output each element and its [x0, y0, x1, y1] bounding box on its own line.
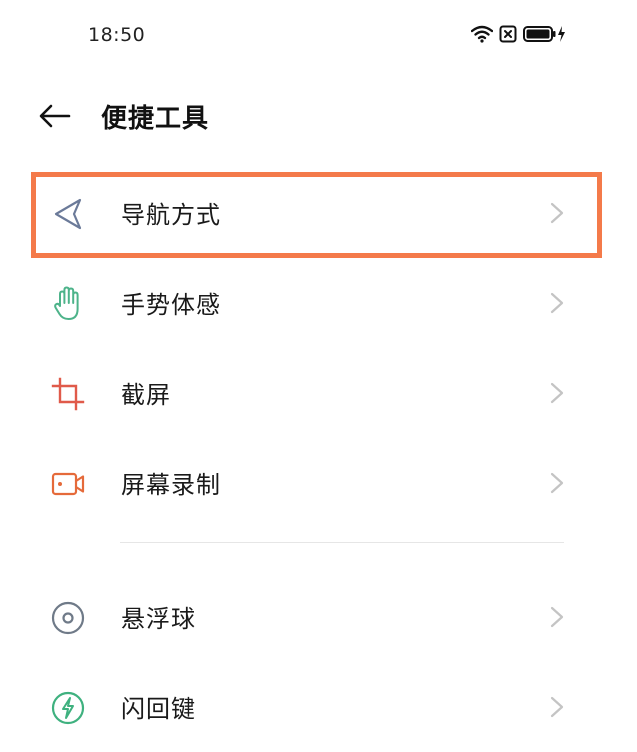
- list-item-navigation[interactable]: 导航方式: [0, 168, 637, 258]
- flash-key-icon: [48, 688, 88, 728]
- chevron-right-icon: [548, 201, 566, 225]
- chevron-right-icon: [548, 381, 566, 405]
- item-label: 手势体感: [121, 291, 221, 319]
- back-button[interactable]: [38, 102, 72, 130]
- list-item-flash-key[interactable]: 闪回键: [0, 662, 637, 752]
- chevron-right-icon: [548, 471, 566, 495]
- list-item-floating-ball[interactable]: 悬浮球: [0, 572, 637, 662]
- page-title: 便捷工具: [101, 104, 210, 134]
- sim-off-icon: [499, 25, 517, 43]
- navigation-arrow-icon: [48, 194, 88, 234]
- status-time: 18:50: [88, 24, 146, 46]
- settings-list: 导航方式 手势体感 截屏 屏幕录制 悬浮球 闪回键: [0, 168, 637, 752]
- item-label: 悬浮球: [121, 605, 196, 633]
- wifi-icon: [471, 25, 493, 43]
- item-label: 截屏: [121, 381, 171, 409]
- arrow-left-icon: [39, 104, 71, 128]
- list-item-screen-record[interactable]: 屏幕录制: [0, 438, 637, 528]
- item-label: 屏幕录制: [121, 471, 221, 499]
- status-bar: 18:50: [0, 0, 637, 72]
- item-label: 闪回键: [121, 695, 196, 723]
- header: 便捷工具: [0, 88, 637, 144]
- item-label: 导航方式: [121, 201, 221, 229]
- video-record-icon: [48, 464, 88, 504]
- list-item-screenshot[interactable]: 截屏: [0, 348, 637, 438]
- hand-gesture-icon: [48, 284, 88, 324]
- divider-line: [120, 542, 564, 543]
- section-divider: [0, 528, 637, 572]
- crop-icon: [48, 374, 88, 414]
- chevron-right-icon: [548, 605, 566, 629]
- list-item-gesture[interactable]: 手势体感: [0, 258, 637, 348]
- chevron-right-icon: [548, 695, 566, 719]
- status-icons: [471, 25, 567, 43]
- chevron-right-icon: [548, 291, 566, 315]
- battery-charging-icon: [523, 25, 567, 43]
- floating-ball-icon: [48, 598, 88, 638]
